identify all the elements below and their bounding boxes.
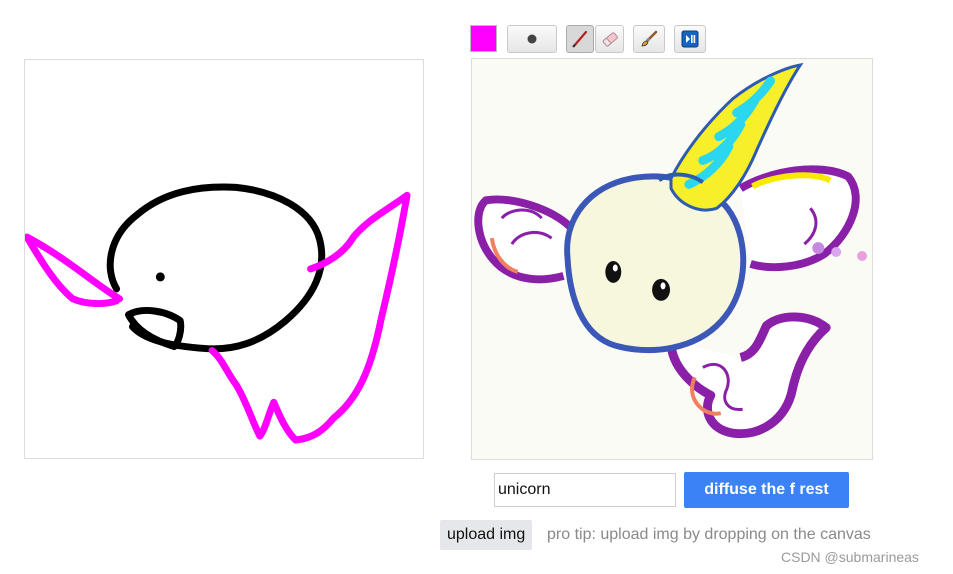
unicorn-image [472,59,872,459]
eraser-icon [602,32,618,47]
sketch-drawing [25,183,411,444]
brush-size-button[interactable] [507,25,557,53]
dot-icon [527,34,537,44]
upload-image-button[interactable]: upload img [440,520,533,550]
diffuse-button[interactable]: diffuse the f rest [684,472,849,508]
play-pause-icon [681,30,699,48]
eraser-tool-button[interactable] [595,25,624,53]
pen-icon [572,30,588,48]
color-swatch[interactable] [470,25,497,52]
sketch-canvas[interactable] [24,59,424,459]
pen-tool-button[interactable] [566,25,594,53]
generated-image [471,58,873,460]
brush-tool-button[interactable] [633,25,665,53]
watermark-text: CSDN @submarineas [781,549,919,565]
prompt-input[interactable] [494,473,676,507]
play-pause-tool-button[interactable] [674,25,706,53]
pro-tip-text: pro tip: upload img by dropping on the c… [547,526,871,543]
brush-icon [641,30,658,47]
